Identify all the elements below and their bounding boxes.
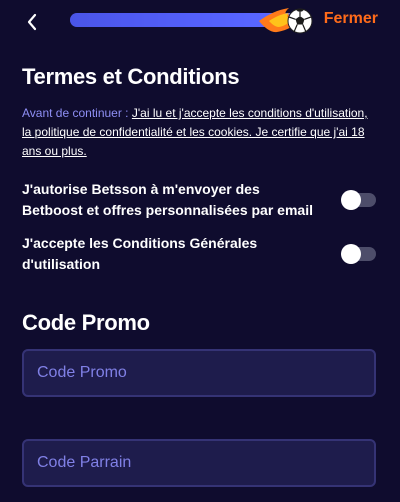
terms-title: Termes et Conditions bbox=[22, 64, 240, 89]
top-bar: Fermer bbox=[0, 0, 400, 42]
legal-lead: Avant de continuer : bbox=[22, 106, 129, 120]
legal-notice: Avant de continuer : J'ai lu et j'accept… bbox=[22, 104, 378, 161]
close-button[interactable]: Fermer bbox=[324, 10, 378, 28]
promo-code-input[interactable] bbox=[22, 349, 376, 397]
flaming-soccer-ball-icon bbox=[258, 8, 313, 34]
marketing-consent-row: J'autorise Betsson à m'envoyer des Betbo… bbox=[22, 179, 378, 221]
toggle-knob bbox=[341, 244, 361, 264]
terms-consent-toggle[interactable] bbox=[341, 244, 376, 264]
toggle-knob bbox=[341, 190, 361, 210]
chevron-left-icon bbox=[27, 13, 37, 31]
promo-title: Code Promo bbox=[22, 310, 150, 335]
progress-bar bbox=[70, 8, 313, 34]
back-button[interactable] bbox=[20, 10, 44, 34]
terms-consent-label: J'accepte les Conditions Générales d'uti… bbox=[22, 235, 258, 272]
marketing-consent-label: J'autorise Betsson à m'envoyer des Betbo… bbox=[22, 181, 313, 218]
marketing-consent-toggle[interactable] bbox=[341, 190, 376, 210]
terms-consent-row: J'accepte les Conditions Générales d'uti… bbox=[22, 233, 378, 275]
sponsor-code-input[interactable] bbox=[22, 439, 376, 487]
